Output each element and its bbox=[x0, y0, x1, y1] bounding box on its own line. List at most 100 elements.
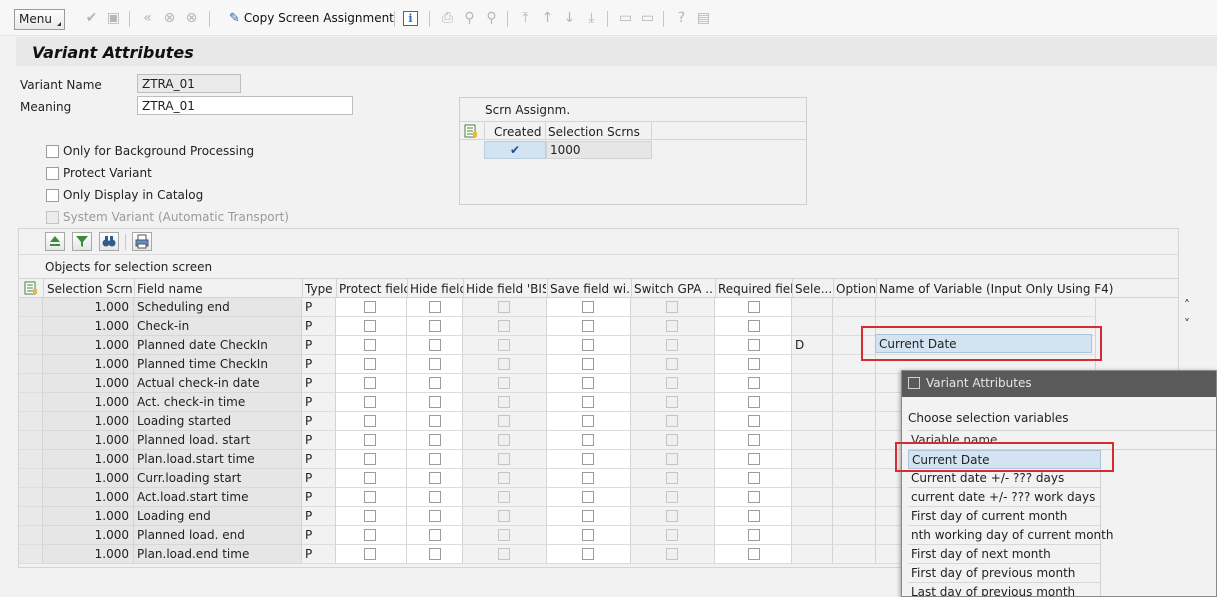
option-cell[interactable] bbox=[833, 412, 876, 431]
previous-page-icon[interactable]: ↑ bbox=[540, 11, 555, 26]
selection-type-cell[interactable] bbox=[792, 488, 833, 507]
checkbox[interactable] bbox=[582, 548, 594, 560]
selection-type-cell[interactable]: D bbox=[792, 336, 833, 355]
checkbox[interactable] bbox=[582, 510, 594, 522]
column-hide-field-bis[interactable]: Hide field 'BIS' bbox=[466, 282, 546, 296]
row-selector[interactable] bbox=[19, 374, 43, 393]
column-field-name[interactable]: Field name bbox=[137, 282, 301, 296]
selection-type-cell[interactable] bbox=[792, 450, 833, 469]
checkbox[interactable] bbox=[429, 529, 441, 541]
checkbox[interactable] bbox=[364, 358, 376, 370]
checkbox[interactable] bbox=[748, 320, 760, 332]
checkbox[interactable] bbox=[748, 548, 760, 560]
first-page-icon[interactable]: ⤒ bbox=[518, 11, 533, 26]
checkbox[interactable] bbox=[748, 339, 760, 351]
checkbox[interactable] bbox=[364, 415, 376, 427]
back-icon[interactable]: « bbox=[140, 11, 155, 26]
option-cell[interactable] bbox=[833, 469, 876, 488]
info-icon[interactable]: i bbox=[403, 11, 418, 26]
checkbox[interactable] bbox=[748, 377, 760, 389]
option-cell[interactable] bbox=[833, 374, 876, 393]
column-switch-gpa[interactable]: Switch GPA ... bbox=[634, 282, 714, 296]
column-selection-screens[interactable]: Selection Scrns bbox=[47, 282, 133, 296]
column-save-field[interactable]: Save field wi... bbox=[550, 282, 630, 296]
option-cell[interactable] bbox=[833, 298, 876, 317]
row-selector[interactable] bbox=[19, 469, 43, 488]
copy-screen-assignment-button[interactable]: ✎ Copy Screen Assignment bbox=[229, 11, 394, 27]
cancel-icon[interactable]: ⊗ bbox=[184, 11, 199, 26]
checkbox-box[interactable] bbox=[46, 144, 59, 158]
checkbox[interactable] bbox=[364, 529, 376, 541]
selection-type-cell[interactable] bbox=[792, 507, 833, 526]
checkbox[interactable] bbox=[364, 377, 376, 389]
checkbox[interactable] bbox=[582, 434, 594, 446]
row-selector[interactable] bbox=[19, 545, 43, 564]
selection-type-cell[interactable] bbox=[792, 412, 833, 431]
shortcut-icon[interactable]: ▭ bbox=[640, 11, 655, 26]
column-created[interactable]: Created bbox=[494, 125, 542, 139]
selection-type-cell[interactable] bbox=[792, 469, 833, 488]
row-selector[interactable] bbox=[19, 336, 43, 355]
table-settings-icon[interactable] bbox=[464, 124, 478, 138]
checkbox[interactable] bbox=[582, 415, 594, 427]
find-next-icon[interactable]: ⚲ bbox=[484, 11, 499, 26]
checkbox[interactable] bbox=[429, 434, 441, 446]
checkbox[interactable] bbox=[364, 510, 376, 522]
save-icon[interactable]: ▣ bbox=[106, 11, 121, 26]
checkbox[interactable] bbox=[364, 453, 376, 465]
sort-ascending-button[interactable] bbox=[45, 232, 65, 251]
option-cell[interactable] bbox=[833, 393, 876, 412]
checkbox[interactable] bbox=[748, 358, 760, 370]
option-cell[interactable] bbox=[833, 431, 876, 450]
checkbox[interactable] bbox=[429, 415, 441, 427]
checkbox[interactable] bbox=[582, 472, 594, 484]
checkbox[interactable] bbox=[582, 529, 594, 541]
option-cell[interactable] bbox=[833, 450, 876, 469]
checkbox[interactable] bbox=[429, 472, 441, 484]
column-name-of-variable[interactable]: Name of Variable (Input Only Using F4) bbox=[879, 282, 1169, 296]
checkbox[interactable] bbox=[582, 358, 594, 370]
checkbox[interactable] bbox=[429, 377, 441, 389]
protect-variant-checkbox[interactable]: Protect Variant bbox=[46, 165, 152, 181]
help-icon[interactable]: ? bbox=[674, 11, 689, 26]
row-selector[interactable] bbox=[19, 355, 43, 374]
checkbox[interactable] bbox=[429, 548, 441, 560]
selection-type-cell[interactable] bbox=[792, 545, 833, 564]
filter-button[interactable] bbox=[72, 232, 92, 251]
next-page-icon[interactable]: ↓ bbox=[562, 11, 577, 26]
checkbox[interactable] bbox=[748, 472, 760, 484]
checkbox[interactable] bbox=[748, 510, 760, 522]
selection-type-cell[interactable] bbox=[792, 355, 833, 374]
layout-icon[interactable]: ▤ bbox=[696, 11, 711, 26]
checkbox[interactable] bbox=[364, 548, 376, 560]
checkbox[interactable] bbox=[748, 396, 760, 408]
scroll-down-icon[interactable]: ˅ bbox=[1181, 318, 1193, 330]
checkbox[interactable] bbox=[748, 434, 760, 446]
selection-type-cell[interactable] bbox=[792, 431, 833, 450]
variable-cell[interactable] bbox=[876, 298, 1096, 317]
selection-type-cell[interactable] bbox=[792, 374, 833, 393]
checkbox[interactable] bbox=[429, 320, 441, 332]
column-protect-field[interactable]: Protect field bbox=[339, 282, 407, 296]
menu-button[interactable]: Menu bbox=[14, 9, 65, 30]
list-item[interactable]: First day of next month bbox=[908, 545, 1101, 564]
selection-type-cell[interactable] bbox=[792, 526, 833, 545]
checkbox[interactable] bbox=[429, 339, 441, 351]
row-selector[interactable] bbox=[19, 507, 43, 526]
column-hide-field[interactable]: Hide field bbox=[410, 282, 464, 296]
checkbox[interactable] bbox=[582, 396, 594, 408]
new-session-icon[interactable]: ▭ bbox=[618, 11, 633, 26]
row-selector[interactable] bbox=[19, 298, 43, 317]
checkbox[interactable] bbox=[364, 301, 376, 313]
checkbox[interactable] bbox=[748, 301, 760, 313]
checkbox[interactable] bbox=[748, 415, 760, 427]
checkbox[interactable] bbox=[748, 529, 760, 541]
checkbox[interactable] bbox=[582, 491, 594, 503]
option-cell[interactable] bbox=[833, 507, 876, 526]
checkbox[interactable] bbox=[429, 491, 441, 503]
checkbox[interactable] bbox=[429, 301, 441, 313]
list-item[interactable]: Last day of previous month bbox=[908, 583, 1101, 596]
row-selector[interactable] bbox=[19, 317, 43, 336]
checkbox[interactable] bbox=[582, 377, 594, 389]
checkbox[interactable] bbox=[429, 510, 441, 522]
